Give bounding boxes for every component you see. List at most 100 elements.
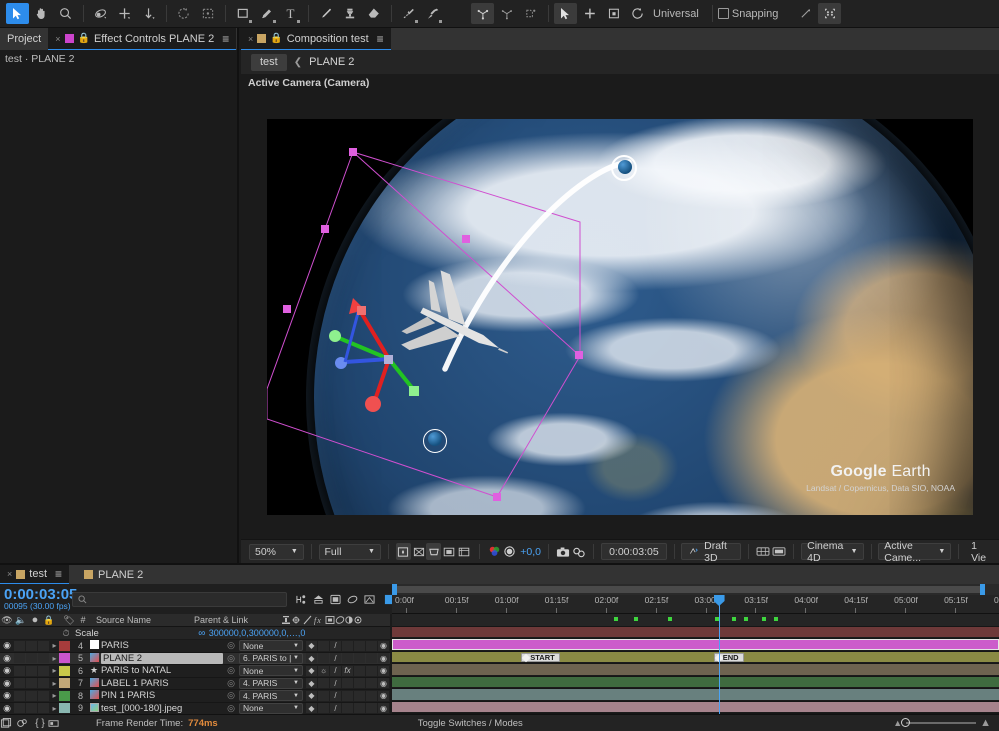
transparency-grid-icon[interactable]	[411, 543, 426, 560]
property-value-scale[interactable]: 300000,0,300000,0,…,0	[209, 628, 306, 638]
layer-name[interactable]: PIN 1 PARIS	[101, 690, 223, 701]
layer-lock-toggle[interactable]	[38, 653, 49, 663]
playhead[interactable]	[719, 595, 720, 714]
layer-video-toggle[interactable]: ◉	[0, 640, 14, 651]
layer-motion-blur-switch[interactable]	[318, 641, 329, 651]
parent-pickwhip-icon[interactable]: ◎	[223, 703, 239, 714]
parent-pickwhip-icon[interactable]: ◎	[223, 640, 239, 651]
local-axis-mode-icon[interactable]	[794, 3, 817, 24]
3d-camera-gizmo-icon[interactable]	[519, 3, 542, 24]
time-ruler[interactable]: 0:00f00:15f01:00f01:15f02:00f02:15f03:00…	[392, 595, 999, 614]
layer-lane[interactable]	[392, 627, 999, 640]
show-snapshot-icon[interactable]	[571, 543, 586, 560]
draft-3d-button[interactable]: Draft 3D	[681, 543, 741, 560]
tab-timeline-plane2[interactable]: PLANE 2	[77, 565, 150, 584]
camera-view-select[interactable]: Active Came... ▼	[878, 543, 951, 560]
layer-name[interactable]: PARIS	[101, 640, 223, 651]
tab-close-icon[interactable]: ×	[55, 34, 60, 44]
layer-3d-toggle[interactable]: ◉	[378, 691, 389, 701]
hide-shy-layers-icon[interactable]	[327, 591, 344, 607]
layer-lane[interactable]	[392, 702, 999, 715]
layer-name[interactable]: PLANE 2	[101, 653, 223, 664]
3d-view-toggle-icon[interactable]	[426, 543, 441, 560]
layer-frameblend-switch[interactable]	[354, 641, 365, 651]
layer-audio-toggle[interactable]	[14, 691, 25, 701]
frame-blending-icon[interactable]	[344, 591, 361, 607]
layer-3d-switch[interactable]: ◆	[306, 678, 317, 688]
breadcrumb-current[interactable]: PLANE 2	[309, 56, 354, 68]
work-area-inner[interactable]	[396, 586, 983, 593]
roto-brush-tool[interactable]	[397, 3, 420, 24]
layer-motion-blur-switch[interactable]	[318, 691, 329, 701]
region-select-tool[interactable]	[196, 3, 219, 24]
layer-motion-blur-switch[interactable]: ☼	[318, 666, 329, 676]
table-row[interactable]: ◉▸9test_[000-180].jpeg◎None▼◆/◉	[0, 703, 390, 715]
layer-name[interactable]: test_[000-180].jpeg	[101, 703, 223, 714]
selection-tool[interactable]	[6, 3, 29, 24]
layer-parent-select[interactable]: None▼	[239, 703, 303, 714]
layer-parent-select[interactable]: 4. PARIS▼	[239, 690, 303, 701]
brush-tool[interactable]	[314, 3, 337, 24]
layer-3d-toggle[interactable]: ◉	[378, 653, 389, 663]
layer-label-color[interactable]	[59, 678, 70, 688]
keyframe-marker[interactable]	[732, 617, 736, 621]
shape-tool[interactable]	[231, 3, 254, 24]
eraser-tool[interactable]	[362, 3, 385, 24]
layer-lock-toggle[interactable]	[38, 641, 49, 651]
layer-twirl-icon[interactable]: ▸	[50, 654, 59, 663]
layer-parent-select[interactable]: 4. PARIS▼	[239, 678, 303, 689]
layer-3d-toggle[interactable]: ◉	[378, 666, 389, 676]
layer-twirl-icon[interactable]: ▸	[50, 691, 59, 700]
composition-viewer[interactable]: Google Earth Landsat / Copernicus, Data …	[267, 119, 973, 515]
layer-lock-toggle[interactable]	[38, 666, 49, 676]
layer-solo-toggle[interactable]	[26, 666, 37, 676]
parent-pickwhip-icon[interactable]: ◎	[223, 665, 239, 676]
frame-render-time-icon[interactable]	[0, 718, 16, 729]
table-row[interactable]: ◉▸5PLANE 2◎6. PARIS to |▼◆/◉	[0, 653, 390, 666]
layer-adjustment-switch[interactable]: /	[330, 678, 341, 688]
region-of-interest-icon[interactable]	[396, 543, 411, 560]
effect-controls-body[interactable]	[0, 68, 237, 563]
timeline-zoom-slider[interactable]	[906, 722, 976, 724]
layer-video-toggle[interactable]: ◉	[0, 690, 14, 701]
expression-link-icon[interactable]: ∞	[195, 628, 209, 639]
layer-audio-toggle[interactable]	[14, 641, 25, 651]
select-gizmo-icon[interactable]	[554, 3, 577, 24]
layer-quality-switch[interactable]	[366, 678, 377, 688]
layer-frameblend-switch[interactable]	[354, 703, 365, 713]
layer-video-toggle[interactable]: ◉	[0, 653, 14, 664]
layer-lane[interactable]	[392, 664, 999, 677]
layer-motion-blur-switch[interactable]	[318, 703, 329, 713]
zoom-tool[interactable]	[54, 3, 77, 24]
layer-video-toggle[interactable]: ◉	[0, 678, 14, 689]
breadcrumb-chevron-left-icon[interactable]: ❮	[287, 57, 309, 68]
scale-gizmo-icon[interactable]	[602, 3, 625, 24]
layer-video-toggle[interactable]: ◉	[0, 665, 14, 676]
comp-panel-menu-icon[interactable]: ≡	[377, 32, 384, 46]
layer-motion-blur-switch[interactable]	[318, 678, 329, 688]
comp-lock-icon[interactable]: 🔒	[270, 33, 282, 44]
zoom-in-timeline-icon[interactable]: ▲	[980, 717, 991, 729]
3d-position-gizmo-icon[interactable]	[495, 3, 518, 24]
layer-audio-toggle[interactable]	[14, 703, 25, 713]
comp-tab-close-icon[interactable]: ×	[248, 34, 253, 44]
parent-pickwhip-icon[interactable]: ◎	[223, 653, 239, 664]
layer-frameblend-switch[interactable]	[354, 691, 365, 701]
orbit-tool[interactable]	[89, 3, 112, 24]
layer-audio-toggle[interactable]	[14, 653, 25, 663]
table-row[interactable]: ◉▸7LABEL 1 PARIS◎4. PARIS▼◆/◉	[0, 678, 390, 691]
layer-duration-bar[interactable]	[392, 677, 999, 688]
layer-effects-switch[interactable]	[342, 653, 353, 663]
layer-video-toggle[interactable]: ◉	[0, 703, 14, 714]
layer-label-color[interactable]	[59, 653, 70, 663]
layer-twirl-icon[interactable]: ▸	[50, 679, 59, 688]
layer-solo-toggle[interactable]	[26, 703, 37, 713]
hand-tool[interactable]	[30, 3, 53, 24]
layer-lock-toggle[interactable]	[38, 678, 49, 688]
parent-link-header[interactable]: Parent & Link	[194, 615, 274, 625]
snapping-label[interactable]: Snapping	[732, 8, 779, 20]
layer-parent-select[interactable]: None▼	[239, 640, 303, 651]
layer-effects-switch[interactable]	[342, 678, 353, 688]
motion-blur-icon[interactable]	[361, 591, 378, 607]
layer-lane[interactable]	[392, 677, 999, 690]
